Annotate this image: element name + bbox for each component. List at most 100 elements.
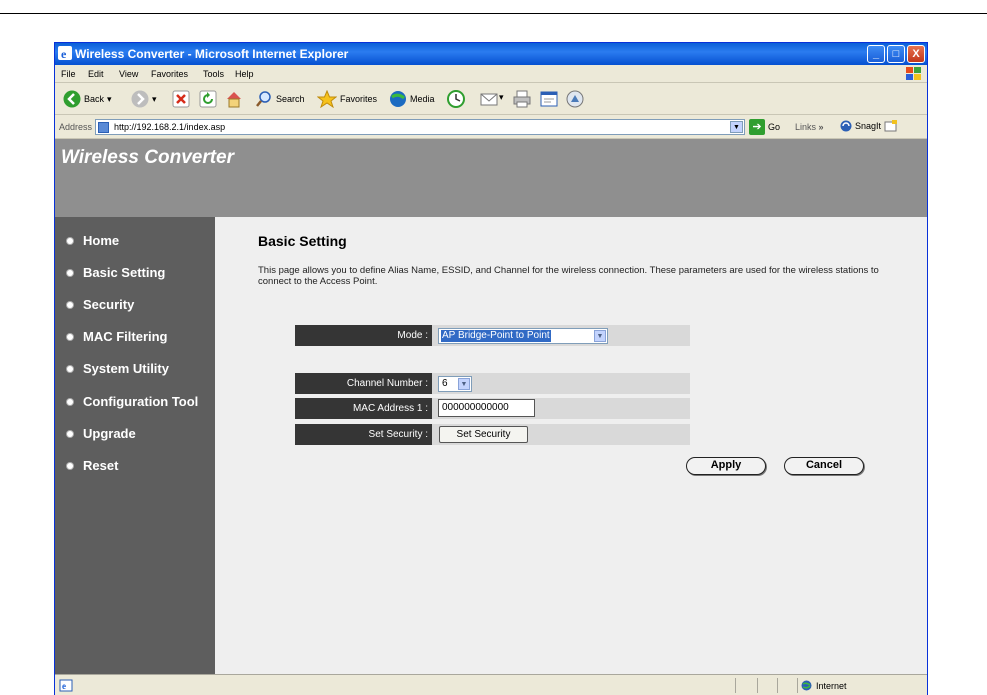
forward-dropdown-icon[interactable]: ▾ xyxy=(152,94,157,105)
nav-item-system-utility[interactable]: System Utility xyxy=(67,361,169,376)
page-title: Basic Setting xyxy=(258,233,347,249)
svg-text:e: e xyxy=(62,681,66,691)
nav-item-basic-setting[interactable]: Basic Setting xyxy=(67,265,165,280)
media-button[interactable]: Media xyxy=(389,89,435,109)
status-divider xyxy=(757,678,758,693)
minimize-button[interactable]: _ xyxy=(867,45,885,63)
mode-select[interactable]: AP Bridge-Point to Point ▼ xyxy=(438,328,608,344)
back-button[interactable]: Back ▾ xyxy=(63,89,112,109)
address-input[interactable]: http://192.168.2.1/index.asp ▼ xyxy=(95,119,745,135)
print-icon[interactable] xyxy=(513,89,531,109)
page-status-icon: e xyxy=(59,679,73,692)
go-arrow-icon: ➔ xyxy=(749,119,765,135)
forward-button[interactable]: ▾ xyxy=(131,89,157,109)
zone-label: Internet xyxy=(816,680,847,691)
title-bar[interactable]: e Wireless Converter - Microsoft Interne… xyxy=(55,43,927,65)
search-label: Search xyxy=(276,94,305,104)
cancel-button[interactable]: Cancel xyxy=(784,457,864,475)
bullet-icon xyxy=(67,430,73,437)
bullet-icon xyxy=(67,365,73,372)
status-divider xyxy=(797,678,798,693)
home-icon[interactable] xyxy=(225,89,243,109)
menu-file[interactable]: File xyxy=(61,69,76,79)
windows-logo-icon xyxy=(906,67,921,80)
set-security-button[interactable]: Set Security xyxy=(439,426,528,443)
menu-edit[interactable]: Edit xyxy=(88,69,104,79)
bullet-icon xyxy=(67,462,73,469)
nav-item-reset[interactable]: Reset xyxy=(67,458,118,473)
mac-row: MAC Address 1 : 000000000000 xyxy=(295,398,690,419)
nav-label: Upgrade xyxy=(83,426,136,441)
star-icon xyxy=(317,90,337,108)
chevron-down-icon: ▼ xyxy=(458,378,470,390)
nav-item-mac-filtering[interactable]: MAC Filtering xyxy=(67,329,168,344)
snagit-icon xyxy=(840,120,852,132)
mail-dropdown-icon[interactable]: ▾ xyxy=(499,92,504,103)
channel-row: Channel Number : 6 ▼ xyxy=(295,373,690,394)
nav-item-home[interactable]: Home xyxy=(67,233,119,248)
channel-select[interactable]: 6 ▼ xyxy=(438,376,472,392)
svg-text:e: e xyxy=(61,47,67,60)
window-title: Wireless Converter - Microsoft Internet … xyxy=(75,47,349,61)
search-button[interactable]: Search xyxy=(255,89,305,109)
mode-value: AP Bridge-Point to Point xyxy=(441,330,551,342)
mode-label: Mode : xyxy=(295,325,432,346)
menu-favorites[interactable]: Favorites xyxy=(151,69,188,79)
bullet-icon xyxy=(67,333,73,340)
page-content: Wireless Converter Home Basic Setting Se… xyxy=(55,139,927,674)
forward-arrow-icon xyxy=(131,90,149,108)
snagit-capture-icon[interactable] xyxy=(884,120,898,132)
bullet-icon xyxy=(67,398,73,405)
security-label: Set Security : xyxy=(295,424,432,445)
nav-item-upgrade[interactable]: Upgrade xyxy=(67,426,136,441)
mode-row: Mode : AP Bridge-Point to Point ▼ xyxy=(295,325,690,346)
globe-icon xyxy=(801,680,812,691)
nav-item-configuration-tool[interactable]: Configuration Tool xyxy=(67,394,198,409)
media-label: Media xyxy=(410,94,435,104)
edit-icon[interactable] xyxy=(540,89,558,109)
refresh-icon[interactable] xyxy=(199,89,217,109)
bullet-icon xyxy=(67,269,73,276)
page-top-rule xyxy=(0,13,987,14)
menu-bar: File Edit View Favorites Tools Help xyxy=(55,65,927,83)
mac-address-input[interactable]: 000000000000 xyxy=(438,399,535,417)
go-button[interactable]: ➔ Go xyxy=(749,119,780,135)
links-label[interactable]: Links » xyxy=(795,122,824,132)
snagit-label: SnagIt xyxy=(855,121,882,131)
nav-label: Reset xyxy=(83,458,119,473)
nav-item-security[interactable]: Security xyxy=(67,297,134,312)
channel-label: Channel Number : xyxy=(295,373,432,394)
go-label: Go xyxy=(768,122,781,132)
back-dropdown-icon[interactable]: ▾ xyxy=(107,94,112,105)
menu-help[interactable]: Help xyxy=(235,69,254,79)
close-button[interactable]: X xyxy=(907,45,925,63)
favorites-label: Favorites xyxy=(340,94,378,104)
status-divider xyxy=(735,678,736,693)
address-label: Address xyxy=(59,122,93,132)
media-icon xyxy=(390,91,406,107)
menu-view[interactable]: View xyxy=(119,69,138,79)
nav-label: Security xyxy=(83,297,135,312)
address-bar: Address http://192.168.2.1/index.asp ▼ ➔… xyxy=(55,115,927,139)
ie-icon: e xyxy=(58,46,72,60)
back-arrow-icon xyxy=(63,90,81,108)
stop-icon[interactable] xyxy=(172,89,190,109)
menu-tools[interactable]: Tools xyxy=(203,69,224,79)
address-dropdown-icon[interactable]: ▼ xyxy=(730,121,743,133)
history-icon[interactable] xyxy=(446,89,466,109)
security-row: Set Security : Set Security xyxy=(295,424,690,445)
maximize-button[interactable]: □ xyxy=(887,45,905,63)
search-icon xyxy=(256,91,271,107)
snagit-button[interactable]: SnagIt xyxy=(840,120,898,132)
nav-label: Home xyxy=(83,233,120,248)
page-icon xyxy=(98,122,109,133)
nav-label: Configuration Tool xyxy=(83,394,199,409)
nav-label: System Utility xyxy=(83,361,169,376)
security-zone: Internet xyxy=(801,680,847,691)
messenger-icon[interactable] xyxy=(566,89,584,109)
apply-button[interactable]: Apply xyxy=(686,457,766,475)
mail-icon[interactable] xyxy=(480,89,498,109)
main-panel: Basic Setting This page allows you to de… xyxy=(215,217,927,674)
status-divider xyxy=(777,678,778,693)
favorites-button[interactable]: Favorites xyxy=(317,89,377,109)
